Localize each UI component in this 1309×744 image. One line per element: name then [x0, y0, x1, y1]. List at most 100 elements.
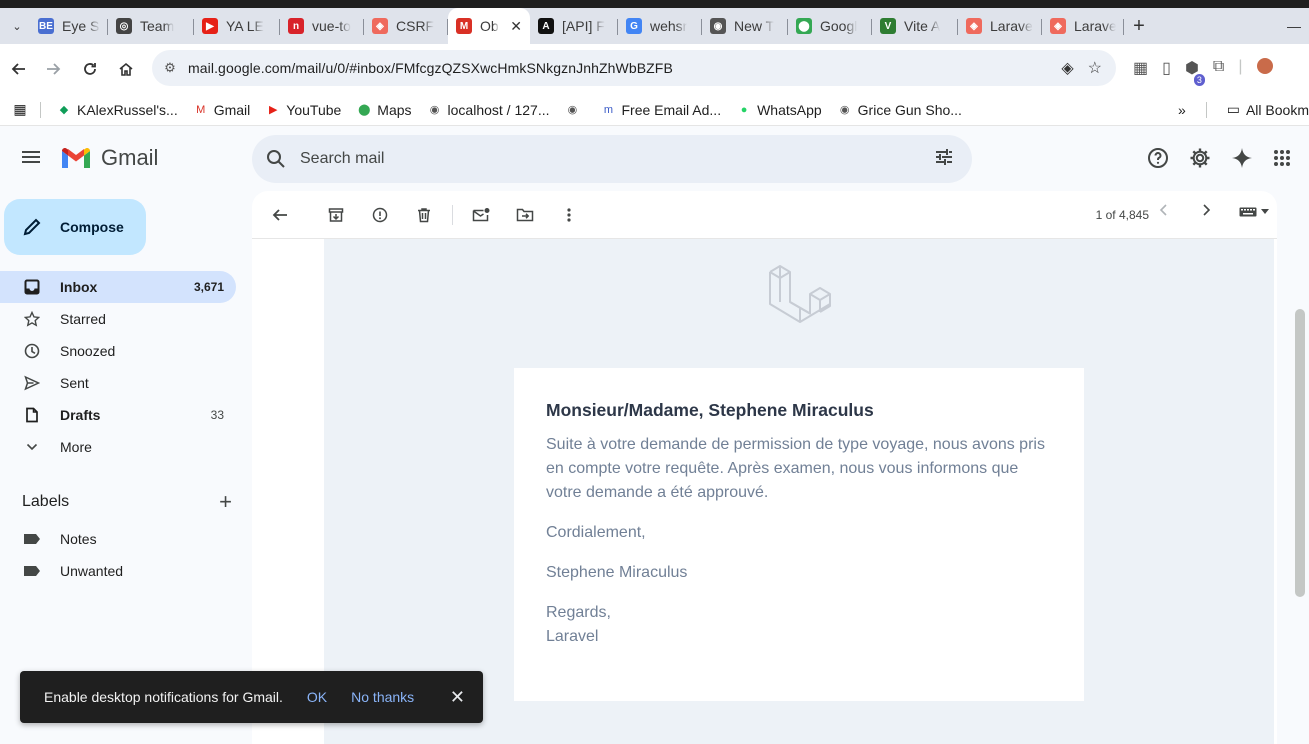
- mark-unread-button[interactable]: [465, 199, 497, 231]
- report-spam-button[interactable]: [364, 199, 396, 231]
- more-vert-icon: [567, 207, 571, 222]
- sidebar-item-label: Sent: [60, 375, 89, 391]
- label-tag-icon: [24, 534, 40, 544]
- older-button[interactable]: [1201, 203, 1211, 221]
- bookmark-item[interactable]: ● WhatsApp: [737, 102, 822, 118]
- caret-down-icon: [1261, 209, 1269, 214]
- maps-icon: ⬤: [796, 18, 812, 34]
- search-options-icon[interactable]: [934, 147, 954, 172]
- extension-badge-icon[interactable]: ⬢ 3: [1185, 58, 1205, 86]
- sidebar-item-drafts[interactable]: Drafts 33: [0, 399, 236, 431]
- tab-title: [API] F: [562, 18, 605, 34]
- compose-button[interactable]: Compose: [4, 199, 146, 255]
- page-scrollbar[interactable]: [1295, 309, 1305, 597]
- gemini-sparkle-icon[interactable]: [1231, 147, 1253, 174]
- bookmark-item[interactable]: ⬤ Maps: [357, 102, 411, 118]
- new-tab-button[interactable]: +: [1124, 15, 1154, 38]
- back-button[interactable]: [0, 51, 36, 87]
- toast-no-thanks-button[interactable]: No thanks: [351, 689, 414, 705]
- apps-grid-icon[interactable]: ▦: [0, 101, 40, 118]
- arrow-left-icon: [11, 63, 25, 75]
- bookmark-item[interactable]: ▶ YouTube: [266, 102, 341, 118]
- extension-grid-icon[interactable]: ▦: [1133, 58, 1148, 78]
- newer-button[interactable]: [1159, 203, 1169, 221]
- extensions-puzzle-icon[interactable]: ⧉: [1213, 58, 1224, 78]
- api-icon: A: [538, 18, 554, 34]
- extensions-area: ▦ ▯ ⬢ 3 ⧉ |: [1133, 58, 1273, 86]
- be-icon: BE: [38, 18, 54, 34]
- site-info-icon[interactable]: ⚙: [152, 60, 188, 76]
- sidebar-item-sent[interactable]: Sent: [0, 367, 236, 399]
- browser-tab[interactable]: A [API] F: [530, 8, 618, 44]
- pagination-controls: [1159, 203, 1269, 221]
- bookmark-favicon-icon: m: [603, 103, 614, 116]
- browser-tab[interactable]: BE Eye Sl: [30, 8, 108, 44]
- bookmark-label: YouTube: [286, 101, 342, 118]
- browser-tab[interactable]: Gwehsr: [618, 8, 702, 44]
- add-label-button[interactable]: +: [219, 489, 232, 515]
- gmail-m-icon: [62, 148, 90, 168]
- sidebar-item-starred[interactable]: Starred: [0, 303, 236, 335]
- bookmark-item[interactable]: ◉ Grice Gun Sho...: [838, 102, 962, 118]
- tab-bar: ⌄ BE Eye Sl ◎ Team ▶ YA LE n vue-to ◈ CSRF M Ob ✕ A [A…: [0, 8, 1309, 44]
- input-tools-button[interactable]: [1239, 207, 1269, 217]
- sidebar-item-more[interactable]: More: [0, 431, 236, 463]
- more-bookmarks-button[interactable]: »: [1178, 102, 1186, 118]
- search-bar[interactable]: Search mail: [252, 135, 972, 183]
- more-actions-button[interactable]: [553, 199, 585, 231]
- label-item-notes[interactable]: Notes: [0, 523, 236, 555]
- sidebar-item-inbox[interactable]: Inbox 3,671: [0, 271, 236, 303]
- delete-button[interactable]: [408, 199, 440, 231]
- bookmark-star-icon[interactable]: ☆: [1088, 58, 1102, 78]
- main-menu-icon[interactable]: [20, 148, 42, 170]
- tab-search-button[interactable]: ⌄: [4, 13, 30, 39]
- bookmark-item[interactable]: ◉: [565, 103, 585, 117]
- apps-grid-icon[interactable]: [1273, 149, 1291, 172]
- tab-separator: [1123, 19, 1124, 35]
- extension-phone-icon[interactable]: ▯: [1162, 58, 1171, 78]
- browser-tab[interactable]: n vue-to: [280, 8, 364, 44]
- lens-icon[interactable]: ◈: [1061, 58, 1073, 78]
- browser-tab[interactable]: ◈ CSRF: [364, 8, 448, 44]
- browser-tab[interactable]: V Vite A: [872, 8, 958, 44]
- move-to-button[interactable]: [509, 199, 541, 231]
- help-icon[interactable]: [1147, 147, 1169, 174]
- close-tab-icon[interactable]: ✕: [500, 18, 522, 35]
- browser-tab[interactable]: ◉ New T: [702, 8, 788, 44]
- bookmark-item[interactable]: ◆ KAlexRussel's...: [57, 102, 178, 118]
- settings-gear-icon[interactable]: [1189, 147, 1211, 174]
- gmail-logo[interactable]: Gmail: [60, 145, 158, 171]
- browser-tab[interactable]: M Ob ✕: [448, 8, 530, 44]
- address-bar[interactable]: ⚙ mail.google.com/mail/u/0/#inbox/FMfcgz…: [152, 50, 1116, 86]
- browser-tab[interactable]: ⬤ Googl: [788, 8, 872, 44]
- url-text[interactable]: mail.google.com/mail/u/0/#inbox/FMfcgzQZ…: [188, 60, 673, 76]
- bookmark-item[interactable]: m Free Email Ad...: [601, 102, 721, 118]
- bookmarks-divider-right: [1205, 101, 1207, 118]
- tab-strip: BE Eye Sl ◎ Team ▶ YA LE n vue-to ◈ CSRF M Ob ✕ A [API…: [30, 8, 1124, 44]
- browser-tab[interactable]: ◎ Team: [108, 8, 194, 44]
- label-item-unwanted[interactable]: Unwanted: [0, 555, 236, 587]
- email-sender-name: Stephene Miraculus: [546, 564, 688, 581]
- home-button[interactable]: [108, 51, 144, 87]
- send-icon: [24, 375, 40, 391]
- profile-avatar[interactable]: [1256, 58, 1273, 74]
- browser-toolbar: ⚙ mail.google.com/mail/u/0/#inbox/FMfcgz…: [0, 44, 1309, 94]
- toast-close-icon[interactable]: ✕: [450, 687, 465, 708]
- browser-tab[interactable]: ◈ Larave: [958, 8, 1042, 44]
- sidebar-item-snoozed[interactable]: Snoozed: [0, 335, 236, 367]
- toast-ok-button[interactable]: OK: [307, 689, 327, 705]
- all-bookmarks-button[interactable]: ▭ All Bookm: [1227, 101, 1309, 118]
- bookmark-item[interactable]: ◉ localhost / 127...: [428, 102, 550, 118]
- browser-tab[interactable]: ▶ YA LE: [194, 8, 280, 44]
- back-to-inbox-button[interactable]: [264, 199, 296, 231]
- browser-tab[interactable]: ◈ Larave: [1042, 8, 1124, 44]
- reload-button[interactable]: [72, 51, 108, 87]
- draft-icon: [24, 407, 40, 423]
- search-input[interactable]: Search mail: [300, 150, 384, 168]
- archive-button[interactable]: [320, 199, 352, 231]
- email-regards-text: Regards,: [546, 604, 611, 621]
- forward-button[interactable]: [36, 51, 72, 87]
- search-icon[interactable]: [252, 149, 300, 169]
- bookmark-item[interactable]: M Gmail: [194, 102, 250, 118]
- minimize-icon[interactable]: —: [1287, 18, 1301, 34]
